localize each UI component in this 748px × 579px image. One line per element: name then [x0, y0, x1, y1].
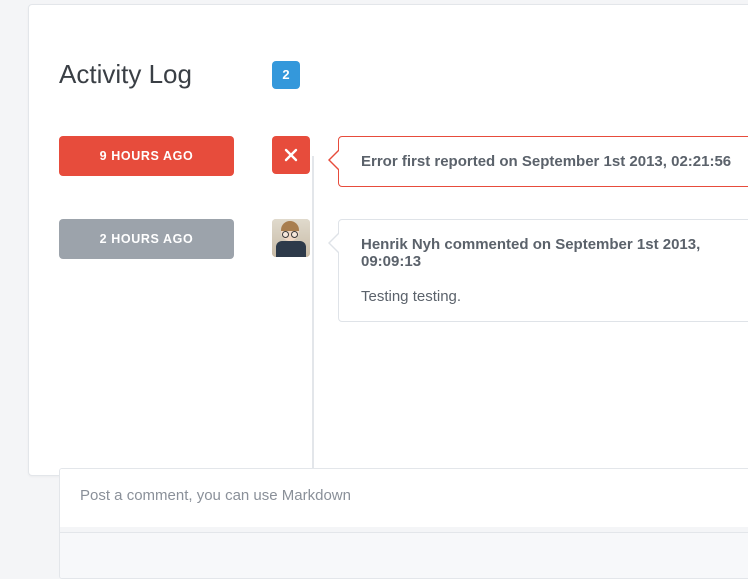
time-pill: 9 HOURS AGO — [59, 136, 234, 176]
activity-log-header: Activity Log 2 — [29, 5, 748, 90]
activity-count-badge: 2 — [272, 61, 300, 89]
timeline-entry-comment: 2 HOURS AGO Henrik Nyh commented on Sept… — [59, 219, 748, 322]
activity-log-panel: Activity Log 2 9 HOURS AGO Error first r… — [28, 4, 748, 476]
activity-timeline: 9 HOURS AGO Error first reported on Sept… — [29, 136, 748, 322]
compose-toolbar — [60, 532, 748, 578]
entry-bubble: Henrik Nyh commented on September 1st 20… — [338, 219, 748, 322]
entry-headline: Henrik Nyh commented on September 1st 20… — [361, 236, 734, 270]
entry-bubble: Error first reported on September 1st 20… — [338, 136, 748, 187]
error-icon — [272, 136, 310, 174]
page-title: Activity Log — [59, 59, 192, 90]
entry-body: Testing testing. — [361, 288, 734, 305]
comment-input[interactable] — [60, 469, 748, 527]
avatar — [272, 219, 310, 257]
compose-box — [59, 468, 748, 579]
entry-headline: Error first reported on September 1st 20… — [361, 153, 734, 170]
time-pill: 2 HOURS AGO — [59, 219, 234, 259]
timeline-entry-error: 9 HOURS AGO Error first reported on Sept… — [59, 136, 748, 187]
